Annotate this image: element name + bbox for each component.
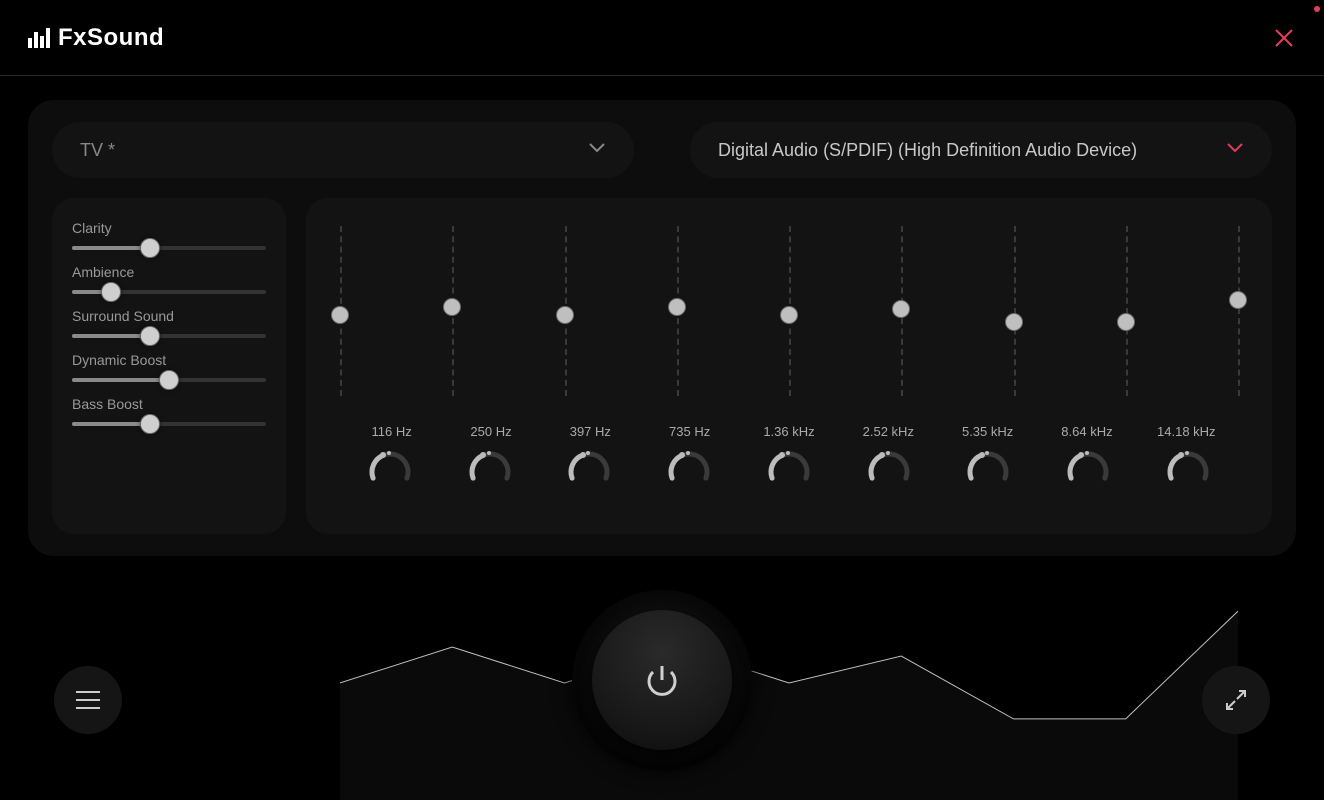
- eq-band-knob[interactable]: [467, 449, 513, 495]
- eq-band-point[interactable]: [1229, 291, 1247, 309]
- slider-track[interactable]: [72, 334, 266, 338]
- slider-label: Clarity: [72, 220, 266, 236]
- knob-top-dot: [1185, 451, 1189, 455]
- slider-bass-boost: Bass Boost: [72, 396, 266, 426]
- slider-thumb[interactable]: [140, 238, 160, 258]
- effects-panel: Clarity Ambience Surround Sound Dynamic Boo…: [52, 198, 286, 534]
- slider-label: Surround Sound: [72, 308, 266, 324]
- output-device-dropdown[interactable]: Digital Audio (S/PDIF) (High Definition …: [690, 122, 1272, 178]
- eq-band-knob[interactable]: [866, 449, 912, 495]
- main-panel: TV * Digital Audio (S/PDIF) (High Defini…: [28, 100, 1296, 556]
- slider-thumb[interactable]: [140, 414, 160, 434]
- title-bar: FxSound: [0, 0, 1324, 76]
- knob-top-dot: [387, 451, 391, 455]
- slider-label: Dynamic Boost: [72, 352, 266, 368]
- slider-clarity: Clarity: [72, 220, 266, 250]
- menu-button[interactable]: [54, 666, 122, 734]
- slider-label: Bass Boost: [72, 396, 266, 412]
- knob-top-dot: [487, 451, 491, 455]
- eq-band-knob[interactable]: [367, 449, 413, 495]
- slider-track[interactable]: [72, 290, 266, 294]
- eq-band-point[interactable]: [892, 300, 910, 318]
- eq-band-knob[interactable]: [965, 449, 1011, 495]
- logo-bars-icon: [28, 28, 52, 48]
- power-icon: [642, 660, 682, 700]
- slider-thumb[interactable]: [101, 282, 121, 302]
- app-logo: FxSound: [28, 24, 164, 52]
- eq-band-knob[interactable]: [666, 449, 712, 495]
- slider-dynamic-boost: Dynamic Boost: [72, 352, 266, 382]
- eq-band-point[interactable]: [1005, 313, 1023, 331]
- indicator-dot: [1314, 6, 1320, 12]
- eq-band-point[interactable]: [1117, 313, 1135, 331]
- close-icon: [1272, 26, 1296, 50]
- slider-thumb[interactable]: [140, 326, 160, 346]
- slider-track[interactable]: [72, 378, 266, 382]
- preset-dropdown-label: TV *: [80, 140, 115, 161]
- eq-band-point[interactable]: [780, 306, 798, 324]
- eq-band-knob[interactable]: [766, 449, 812, 495]
- eq-band-point[interactable]: [443, 298, 461, 316]
- eq-gridline: [1014, 226, 1016, 396]
- slider-thumb[interactable]: [159, 370, 179, 390]
- eq-gridline: [1126, 226, 1128, 396]
- expand-icon: [1223, 687, 1249, 713]
- eq-band-knob[interactable]: [1165, 449, 1211, 495]
- eq-band-knob[interactable]: [1065, 449, 1111, 495]
- preset-dropdown[interactable]: TV *: [52, 122, 634, 178]
- eq-band-point[interactable]: [668, 298, 686, 316]
- equalizer-panel: 116 Hz250 Hz397 Hz735 Hz1.36 kHz2.52 kHz…: [306, 198, 1272, 534]
- eq-band-point[interactable]: [331, 306, 349, 324]
- knob-top-dot: [886, 451, 890, 455]
- power-button-inner: [592, 610, 732, 750]
- eq-gridline: [1238, 226, 1240, 396]
- slider-ambience: Ambience: [72, 264, 266, 294]
- knob-top-dot: [786, 451, 790, 455]
- knob-indicator-dot: [580, 452, 586, 458]
- chevron-down-icon: [588, 141, 606, 159]
- expand-button[interactable]: [1202, 666, 1270, 734]
- output-device-label: Digital Audio (S/PDIF) (High Definition …: [718, 140, 1137, 161]
- hamburger-icon: [74, 690, 102, 710]
- eq-band-point[interactable]: [556, 306, 574, 324]
- slider-track[interactable]: [72, 422, 266, 426]
- power-button[interactable]: [572, 590, 752, 770]
- eq-band-knob[interactable]: [566, 449, 612, 495]
- slider-label: Ambience: [72, 264, 266, 280]
- app-name: FxSound: [58, 24, 164, 52]
- slider-surround-sound: Surround Sound: [72, 308, 266, 338]
- chevron-down-icon: [1226, 141, 1244, 159]
- slider-track[interactable]: [72, 246, 266, 250]
- close-button[interactable]: [1272, 26, 1296, 50]
